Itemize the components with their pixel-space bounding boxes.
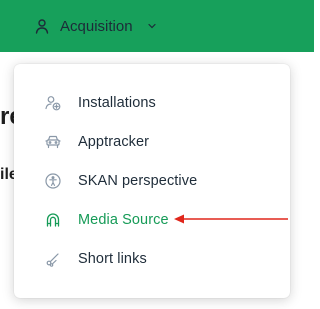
menu-item-label: Media Source: [78, 212, 169, 228]
user-icon: [35, 19, 49, 34]
user-add-icon: [45, 96, 61, 111]
menu-item-short-links[interactable]: Short links: [14, 241, 290, 277]
annotation-arrow: [174, 214, 288, 224]
chevron-down-icon[interactable]: [147, 21, 157, 31]
menu-item-installations[interactable]: Installations: [14, 85, 290, 121]
acquisition-dropdown-menu: Installations Apptracker SKAN perspectiv…: [14, 64, 290, 298]
top-navigation-bar: Acquisition: [0, 0, 314, 52]
menu-item-skan-perspective[interactable]: SKAN perspective: [14, 163, 290, 199]
menu-item-label: SKAN perspective: [78, 173, 198, 189]
nav-item-label: Acquisition: [60, 17, 133, 35]
menu-item-label: Installations: [78, 95, 156, 111]
accessibility-icon: [45, 173, 61, 189]
magnet-icon: [46, 213, 60, 227]
nav-item-acquisition[interactable]: Acquisition: [34, 14, 157, 38]
menu-item-label: Short links: [78, 251, 147, 267]
menu-item-label: Apptracker: [78, 134, 150, 150]
car-icon: [45, 135, 61, 149]
scissors-icon: [46, 253, 59, 267]
menu-item-apptracker[interactable]: Apptracker: [14, 124, 290, 160]
